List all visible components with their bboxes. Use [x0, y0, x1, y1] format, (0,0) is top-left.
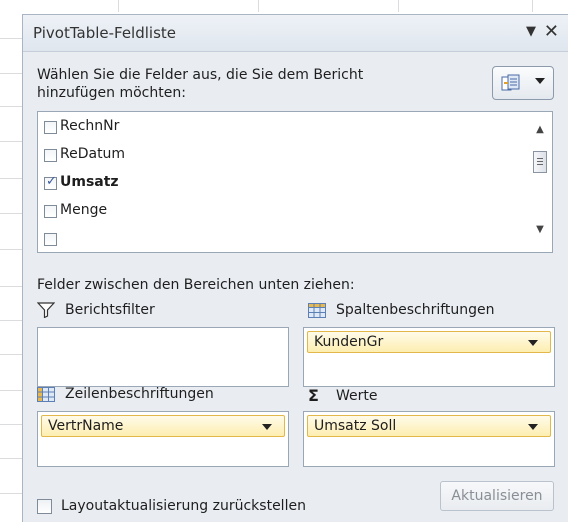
pane-title: PivotTable-Feldliste	[33, 24, 177, 42]
sigma-icon: Σ	[308, 386, 319, 405]
scroll-down-icon[interactable]: ▼	[532, 222, 548, 238]
drag-hint: Felder zwischen den Bereichen unten zieh…	[37, 277, 355, 293]
defer-layout-checkbox[interactable]	[37, 498, 52, 514]
field-label: RechnNr	[60, 118, 120, 134]
values-area-label: Σ Werte	[308, 386, 378, 405]
scroll-up-icon[interactable]: ▲	[532, 122, 548, 138]
scroll-thumb[interactable]	[533, 151, 547, 173]
pane-titlebar[interactable]: PivotTable-Feldliste ▼ ✕	[23, 15, 568, 52]
chevron-down-icon[interactable]	[528, 340, 538, 346]
values-area-title: Werte	[336, 387, 378, 404]
pivot-field-list-pane: PivotTable-Feldliste ▼ ✕ Wählen Sie die …	[22, 14, 568, 522]
pane-menu-icon[interactable]: ▼	[526, 24, 536, 39]
defer-layout-update[interactable]: Layoutaktualisierung zurückstellen	[37, 498, 306, 514]
filter-area-label: Berichtsfilter	[37, 302, 155, 318]
field-chip-vertrname[interactable]: VertrName	[41, 415, 285, 437]
defer-layout-label: Layoutaktualisierung zurückstellen	[61, 498, 306, 514]
chevron-down-icon	[535, 78, 545, 84]
filter-drop-area[interactable]	[37, 327, 289, 387]
filter-area-title: Berichtsfilter	[65, 302, 155, 318]
checkmark-icon: ✓	[46, 174, 57, 189]
table-grid-icon	[37, 386, 55, 402]
rows-area-label: Zeilenbeschriftungen	[37, 386, 214, 402]
field-instructions: Wählen Sie die Felder aus, die Sie dem B…	[37, 67, 364, 101]
field-list-scrollbar[interactable]: ▲ ▼	[528, 112, 552, 252]
chip-label: Umsatz Soll	[314, 418, 397, 434]
field-chip-kundengr[interactable]: KundenGr	[307, 331, 551, 353]
values-drop-area[interactable]: Umsatz Soll	[303, 411, 555, 467]
rows-drop-area[interactable]: VertrName	[37, 411, 289, 467]
close-icon[interactable]: ✕	[544, 21, 559, 42]
table-grid-icon	[308, 302, 326, 318]
field-list-layout-icon	[501, 74, 520, 91]
filter-icon	[37, 302, 55, 318]
layout-options-button[interactable]	[492, 66, 554, 100]
chip-label: KundenGr	[314, 334, 384, 350]
field-chip-umsatz-soll[interactable]: Umsatz Soll	[307, 415, 551, 437]
chevron-down-icon[interactable]	[528, 424, 538, 430]
rows-area-title: Zeilenbeschriftungen	[65, 386, 214, 402]
columns-area-label: Spaltenbeschriftungen	[308, 302, 495, 318]
field-checkbox[interactable]: ✓	[44, 174, 57, 190]
chevron-down-icon[interactable]	[262, 424, 272, 430]
chip-label: VertrName	[48, 418, 124, 434]
columns-area-title: Spaltenbeschriftungen	[336, 302, 495, 318]
field-checkbox[interactable]	[44, 149, 57, 162]
update-button[interactable]: Aktualisieren	[440, 481, 554, 511]
field-checkbox[interactable]	[44, 233, 57, 246]
field-list[interactable]: RechnNr ReDatum ✓ Umsatz Menge ▲ ▼	[37, 111, 553, 253]
field-checkbox[interactable]	[44, 121, 57, 134]
field-label: Menge	[60, 202, 108, 218]
field-label: Umsatz	[60, 174, 119, 190]
field-checkbox[interactable]	[44, 205, 57, 218]
columns-drop-area[interactable]: KundenGr	[303, 327, 555, 387]
field-label: ReDatum	[60, 146, 126, 162]
